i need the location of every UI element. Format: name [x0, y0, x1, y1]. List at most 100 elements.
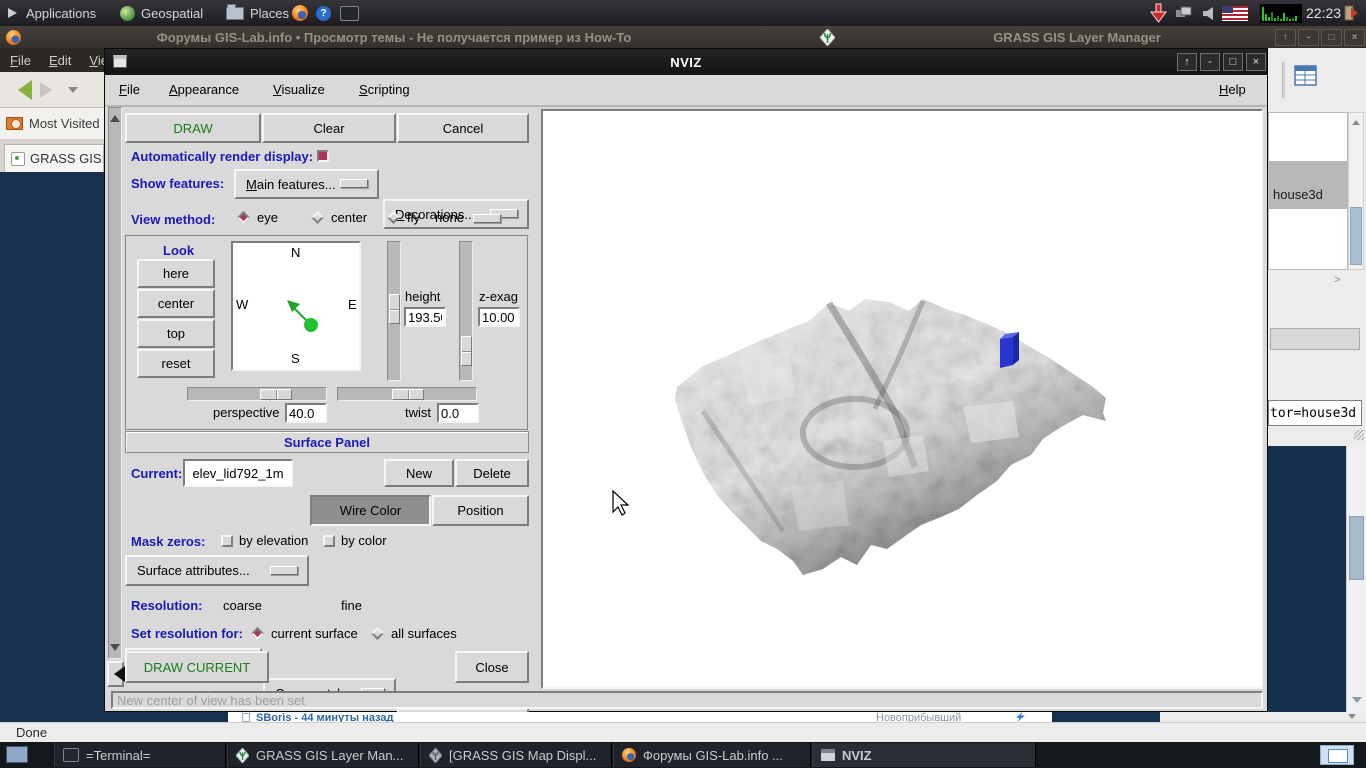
zexag-slider-thumb[interactable] — [461, 336, 472, 366]
menu-scripting[interactable]: Scripting — [359, 82, 410, 97]
zexag-input[interactable] — [478, 307, 520, 327]
scroll-up-icon[interactable] — [1352, 116, 1360, 125]
view-position-compass[interactable]: N S W E — [231, 241, 361, 371]
current-surface-input[interactable]: elev_lid792_1m — [183, 459, 293, 487]
scroll-down-icon[interactable] — [1348, 714, 1356, 722]
post-author-fragment[interactable]: SBoris - 44 минуты назад — [256, 712, 393, 722]
displays-indicator[interactable] — [1176, 0, 1192, 26]
surface-attributes-dropdown[interactable]: Surface attributes... — [125, 555, 309, 586]
height-input[interactable] — [404, 307, 446, 327]
look-here-button[interactable]: here — [137, 259, 215, 288]
keyboard-layout-indicator[interactable] — [1222, 0, 1248, 26]
task-nviz[interactable]: NVIZ — [812, 743, 1036, 767]
look-center-button[interactable]: center — [137, 289, 215, 318]
view-center-radio[interactable] — [311, 211, 324, 224]
page-scrollbar[interactable] — [1346, 446, 1366, 712]
system-monitor[interactable] — [1260, 0, 1302, 26]
logout-button[interactable] — [1344, 0, 1359, 26]
task-terminal[interactable]: =Terminal= — [54, 743, 226, 767]
perspective-slider-thumb[interactable] — [260, 389, 292, 400]
all-surfaces-radio[interactable] — [371, 627, 384, 640]
geospatial-menu[interactable]: Geospatial — [120, 0, 203, 26]
perspective-input[interactable] — [285, 403, 327, 423]
ff-menu-edit[interactable]: Edit — [49, 53, 71, 68]
volume-indicator[interactable] — [1203, 0, 1214, 26]
panel-horizontal-scrollbar[interactable] — [107, 661, 124, 687]
close-panel-button[interactable]: Close — [455, 651, 529, 683]
view-eye-radio[interactable] — [237, 211, 250, 224]
layer-list-scrollbar[interactable] — [1348, 112, 1364, 270]
twist-slider-thumb[interactable] — [392, 389, 424, 400]
perspective-slider[interactable] — [187, 387, 327, 401]
lm-close-button[interactable]: × — [1344, 29, 1365, 46]
lm-maximize-button[interactable]: □ — [1321, 29, 1342, 46]
nviz-close-button[interactable]: × — [1246, 53, 1266, 71]
height-slider-thumb[interactable] — [389, 294, 400, 324]
look-top-button[interactable]: top — [137, 319, 215, 348]
scroll-down-icon[interactable] — [1352, 697, 1362, 708]
nviz-3d-viewport[interactable] — [541, 109, 1263, 689]
nviz-titlebar[interactable]: NVIZ ↑ - □ × — [105, 49, 1267, 75]
ff-menu-view[interactable]: Vie — [89, 53, 104, 68]
delete-surface-button[interactable]: Delete — [455, 459, 529, 487]
scroll-right-icon[interactable]: > — [1334, 274, 1340, 286]
firefox-titlebar[interactable]: Форумы GIS-Lab.info • Просмотр темы - Не… — [0, 26, 788, 49]
zexag-slider[interactable] — [459, 241, 473, 381]
cancel-button[interactable]: Cancel — [397, 113, 529, 143]
scroll-up-icon[interactable] — [110, 110, 120, 122]
menu-appearance[interactable]: Appearance — [169, 82, 239, 97]
height-slider[interactable] — [387, 241, 401, 381]
draw-current-button[interactable]: DRAW CURRENT — [125, 651, 269, 683]
panel-vertical-scrollbar[interactable] — [108, 107, 122, 659]
tab-grass-gis[interactable]: GRASS GIS: — [4, 144, 104, 172]
nviz-maximize-button[interactable]: □ — [1223, 53, 1243, 71]
look-reset-button[interactable]: reset — [137, 349, 215, 378]
most-visited-label[interactable]: Most Visited — [29, 116, 100, 131]
wire-color-button[interactable]: Wire Color — [310, 495, 431, 526]
lm-minimize-button[interactable]: - — [1298, 29, 1319, 46]
new-surface-button[interactable]: New — [384, 459, 454, 487]
mask-color-checkbox[interactable] — [323, 535, 335, 547]
auto-render-checkbox[interactable] — [317, 150, 329, 162]
scroll-down-icon[interactable] — [110, 644, 120, 656]
selected-layer-row[interactable]: house3d — [1269, 161, 1347, 209]
nviz-minimize-button[interactable]: - — [1200, 53, 1220, 71]
layer-list[interactable]: house3d — [1268, 112, 1348, 270]
history-dropdown-icon[interactable] — [68, 87, 78, 98]
back-button[interactable] — [8, 80, 32, 100]
scrollbar-thumb[interactable] — [1350, 207, 1362, 265]
show-desktop-button[interactable] — [6, 746, 28, 763]
applications-menu[interactable]: Applications — [8, 0, 96, 26]
mask-elevation-checkbox[interactable] — [221, 535, 233, 547]
scrollbar-thumb[interactable] — [1349, 516, 1364, 580]
main-features-dropdown[interactable]: Main features... — [234, 169, 379, 199]
terminal-launcher[interactable] — [340, 0, 359, 26]
firefox-launcher[interactable] — [292, 0, 308, 26]
attribute-table-icon[interactable] — [1294, 64, 1318, 88]
position-button[interactable]: Position — [432, 495, 529, 526]
forward-button[interactable] — [40, 82, 60, 98]
menu-help[interactable]: Help — [1219, 82, 1246, 97]
updates-indicator[interactable] — [1150, 0, 1167, 26]
lm-shade-button[interactable]: ↑ — [1275, 29, 1296, 46]
help-launcher[interactable]: ? — [316, 0, 331, 26]
menu-file[interactable]: File — [119, 82, 140, 97]
task-firefox-forum[interactable]: Форумы GIS-Lab.info ... — [613, 743, 811, 767]
workspace-switcher[interactable] — [1320, 745, 1354, 765]
nviz-shade-button[interactable]: ↑ — [1177, 53, 1197, 71]
fly-mode-dropdown[interactable] — [473, 214, 501, 223]
task-grass-layer-manager[interactable]: GRASS GIS Layer Man... — [227, 743, 419, 767]
twist-input[interactable] — [437, 403, 479, 423]
clear-button[interactable]: Clear — [262, 113, 396, 143]
layer-manager-titlebar[interactable]: GRASS GIS Layer Manager ↑ - □ × — [788, 26, 1366, 49]
lm-button-bar[interactable] — [1270, 328, 1360, 350]
clock[interactable]: 22:23 — [1306, 0, 1341, 26]
resize-grip[interactable] — [1354, 430, 1364, 440]
places-menu[interactable]: Places — [226, 0, 289, 26]
menu-visualize[interactable]: Visualize — [273, 82, 325, 97]
task-grass-map-display[interactable]: [GRASS GIS Map Displ... — [420, 743, 612, 767]
ff-menu-file[interactable]: File — [10, 53, 31, 68]
draw-button[interactable]: DRAW — [125, 113, 261, 143]
vector-command-input[interactable] — [1268, 400, 1362, 426]
current-surface-radio[interactable] — [251, 627, 264, 640]
